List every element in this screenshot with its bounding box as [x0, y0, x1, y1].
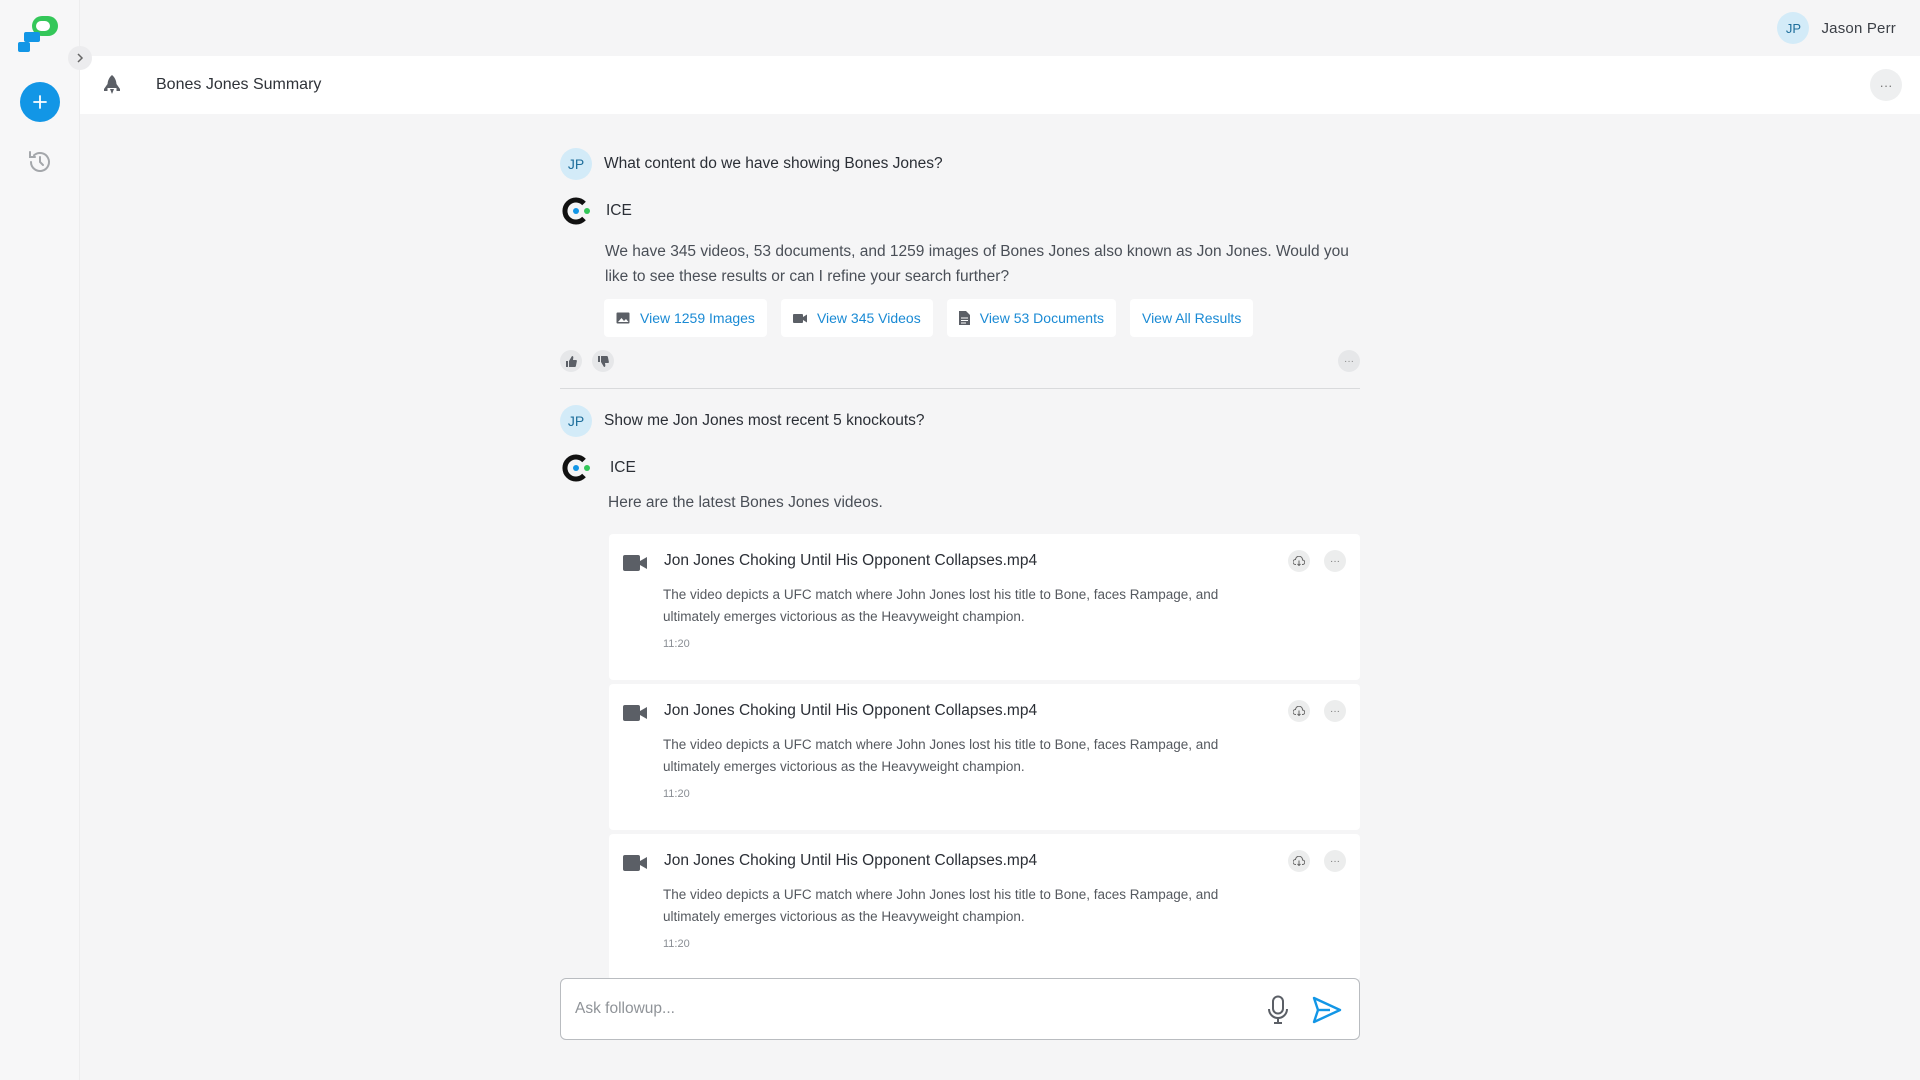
card-actions: ··· — [1288, 850, 1346, 872]
answer-text: We have 345 videos, 53 documents, and 12… — [605, 243, 1349, 285]
view-videos-label: View 345 Videos — [816, 310, 921, 326]
thumbs-up-button[interactable] — [560, 350, 582, 372]
new-chat-button[interactable] — [20, 82, 60, 122]
card-actions: ··· — [1288, 700, 1346, 722]
rocket-icon — [100, 73, 124, 97]
top-bar: JP Jason Perr — [80, 0, 1920, 56]
view-documents-button[interactable]: View 53 Documents — [946, 299, 1116, 337]
video-title[interactable]: Jon Jones Choking Until His Opponent Col… — [664, 852, 1037, 870]
download-button[interactable] — [1288, 850, 1310, 872]
view-videos-button[interactable]: View 345 Videos — [780, 299, 933, 337]
view-images-label: View 1259 Images — [640, 310, 755, 326]
question-text: Show me Jon Jones most recent 5 knockout… — [604, 412, 925, 429]
video-icon — [792, 313, 807, 323]
microphone-button[interactable] — [1265, 995, 1291, 1025]
clock-history-icon — [29, 151, 50, 172]
video-result-card[interactable]: Jon Jones Choking Until His Opponent Col… — [609, 684, 1360, 830]
feedback-controls — [560, 350, 614, 372]
thumbs-down-button[interactable] — [592, 350, 614, 372]
document-icon — [958, 311, 970, 325]
card-actions: ··· — [1288, 550, 1346, 572]
download-button[interactable] — [1288, 700, 1310, 722]
video-title[interactable]: Jon Jones Choking Until His Opponent Col… — [664, 552, 1037, 570]
more-options-button[interactable]: ··· — [1870, 69, 1902, 101]
user-avatar: JP — [560, 148, 592, 180]
cloud-download-icon — [1293, 556, 1305, 566]
video-title[interactable]: Jon Jones Choking Until His Opponent Col… — [664, 702, 1037, 720]
thumbs-up-icon — [565, 355, 577, 367]
question-text: What content do we have showing Bones Jo… — [604, 155, 943, 172]
video-more-button[interactable]: ··· — [1324, 850, 1346, 872]
chevron-right-icon — [77, 53, 84, 63]
assistant-header: ICE — [560, 195, 632, 227]
send-icon — [1312, 996, 1342, 1024]
video-description: The video depicts a UFC match where John… — [663, 587, 1219, 624]
video-result-card[interactable]: Jon Jones Choking Until His Opponent Col… — [609, 534, 1360, 680]
assistant-header: ICE — [560, 452, 636, 484]
plus-icon — [33, 95, 47, 109]
video-icon — [623, 705, 647, 721]
image-icon — [616, 312, 630, 324]
video-icon — [623, 555, 647, 571]
video-more-button[interactable]: ··· — [1324, 550, 1346, 572]
ice-logo-icon — [562, 197, 590, 225]
ice-logo-icon — [562, 454, 590, 482]
video-description: The video depicts a UFC match where John… — [663, 887, 1219, 924]
app-logo[interactable] — [18, 14, 62, 52]
conversation-title-bar: Bones Jones Summary ··· — [80, 56, 1920, 114]
page-title: Bones Jones Summary — [156, 76, 322, 93]
view-images-button[interactable]: View 1259 Images — [604, 299, 767, 337]
assistant-name: ICE — [610, 459, 636, 476]
video-duration: 11:20 — [663, 938, 690, 950]
view-all-results-button[interactable]: View All Results — [1129, 299, 1254, 337]
cloud-download-icon — [1293, 706, 1305, 716]
video-more-button[interactable]: ··· — [1324, 700, 1346, 722]
video-duration: 11:20 — [663, 638, 690, 650]
result-actions: View 1259 Images View 345 Videos View 53… — [604, 299, 1254, 337]
video-result-card[interactable]: Jon Jones Choking Until His Opponent Col… — [609, 834, 1360, 980]
answer-text: Here are the latest Bones Jones videos. — [608, 494, 883, 511]
cloud-download-icon — [1293, 856, 1305, 866]
followup-composer — [560, 978, 1360, 1040]
video-duration: 11:20 — [663, 788, 690, 800]
user-message: JP Show me Jon Jones most recent 5 knock… — [560, 405, 925, 437]
expand-sidebar-button[interactable] — [68, 46, 92, 70]
microphone-icon — [1268, 995, 1288, 1024]
assistant-name: ICE — [606, 202, 632, 219]
left-sidebar — [0, 0, 80, 1080]
user-avatar: JP — [1777, 12, 1810, 44]
video-icon — [623, 855, 647, 871]
divider — [560, 388, 1360, 389]
answer-more-button[interactable]: ··· — [1338, 350, 1360, 372]
followup-input[interactable] — [575, 979, 1215, 1039]
video-description: The video depicts a UFC match where John… — [663, 737, 1219, 774]
view-documents-label: View 53 Documents — [979, 310, 1104, 326]
view-all-results-label: View All Results — [1141, 310, 1242, 326]
user-menu[interactable]: JP Jason Perr — [1777, 12, 1896, 44]
history-button[interactable] — [24, 146, 56, 178]
thumbs-down-icon — [597, 355, 609, 367]
send-button[interactable] — [1311, 995, 1343, 1025]
download-button[interactable] — [1288, 550, 1310, 572]
user-name: Jason Perr — [1821, 19, 1896, 37]
user-avatar: JP — [560, 405, 592, 437]
user-message: JP What content do we have showing Bones… — [560, 148, 943, 180]
